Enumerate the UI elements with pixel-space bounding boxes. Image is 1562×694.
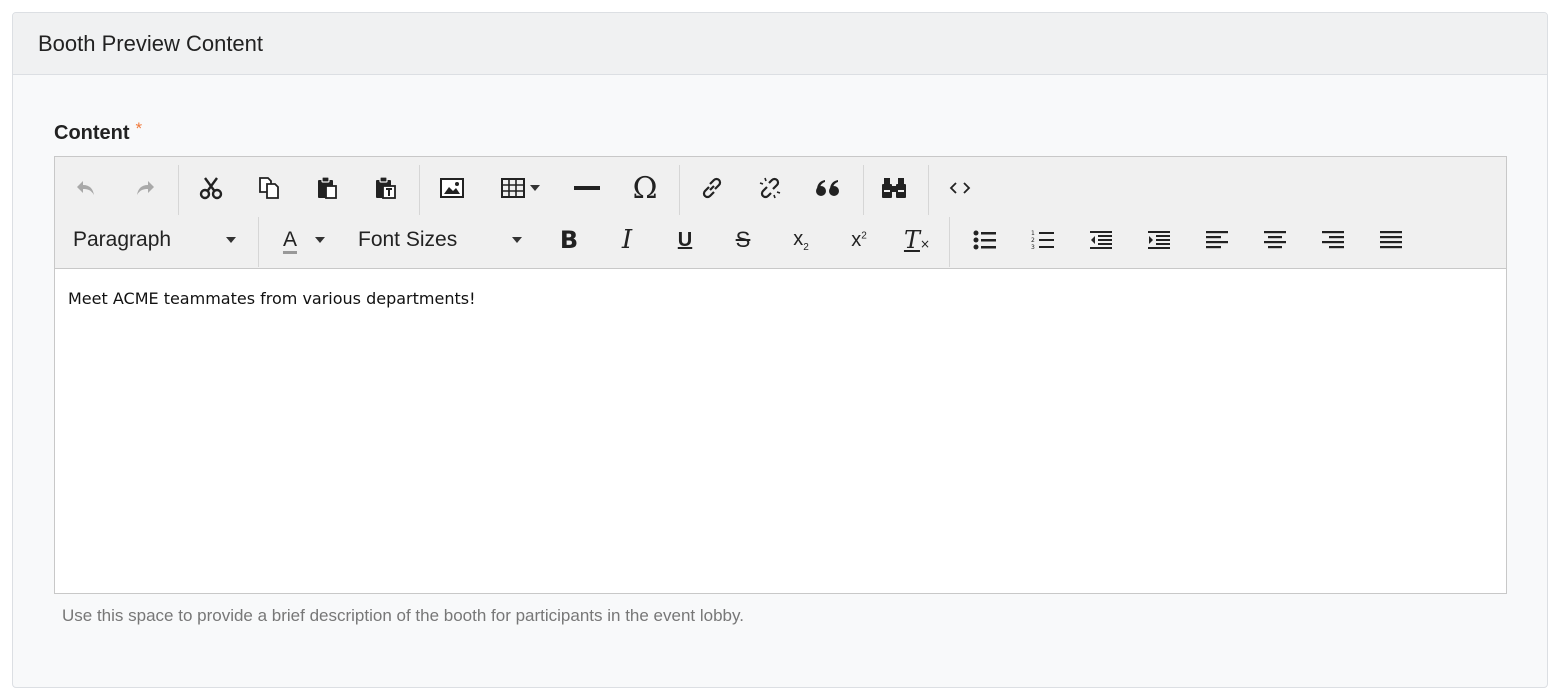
align-justify-icon — [1380, 231, 1402, 249]
link-icon[interactable] — [695, 165, 729, 211]
source-code-icon[interactable] — [943, 165, 977, 211]
toolbar-separator — [679, 165, 680, 215]
bullet-list-icon — [973, 230, 996, 250]
strikethrough-button[interactable]: S — [726, 217, 760, 263]
italic-button[interactable]: I — [610, 217, 644, 263]
underline-icon: U — [677, 228, 693, 251]
font-size-value: Font Sizes — [358, 228, 458, 251]
copy-icon[interactable] — [252, 165, 286, 211]
redo-icon[interactable] — [130, 165, 160, 211]
numbered-list-icon: 123 — [1031, 230, 1054, 251]
undo-icon[interactable] — [71, 165, 101, 211]
align-left-button[interactable] — [1200, 217, 1234, 263]
chevron-down-icon — [512, 237, 522, 243]
bold-icon: B — [559, 226, 579, 254]
subscript-button[interactable]: x2 — [784, 217, 818, 263]
svg-text:1: 1 — [1031, 230, 1035, 237]
subscript-icon: x2 — [793, 227, 809, 253]
clear-formatting-icon: T× — [903, 226, 931, 254]
bold-button[interactable]: B — [552, 217, 586, 263]
special-character-icon[interactable]: Ω — [627, 165, 663, 211]
align-right-button[interactable] — [1316, 217, 1350, 263]
cut-icon[interactable] — [194, 165, 228, 211]
image-icon[interactable] — [435, 165, 469, 211]
indent-button[interactable] — [1142, 217, 1176, 263]
paste-icon[interactable] — [310, 165, 344, 211]
strikethrough-icon: S — [735, 227, 751, 252]
toolbar-separator — [419, 165, 420, 215]
outdent-button[interactable] — [1084, 217, 1118, 263]
block-format-value: Paragraph — [73, 228, 172, 251]
svg-text:2: 2 — [1031, 237, 1035, 244]
superscript-button[interactable]: x2 — [842, 217, 876, 263]
superscript-icon: x2 — [851, 228, 867, 251]
content-help-text: Use this space to provide a brief descri… — [62, 606, 744, 625]
content-label-text: Content — [54, 122, 130, 144]
chevron-down-icon — [226, 237, 236, 243]
required-marker: * — [135, 119, 143, 138]
toolbar-separator — [928, 165, 929, 215]
align-justify-button[interactable] — [1374, 217, 1408, 263]
content-field-label: Content * — [54, 119, 142, 145]
svg-text:3: 3 — [1031, 244, 1035, 251]
align-center-icon — [1264, 231, 1286, 249]
italic-icon: I — [621, 225, 633, 255]
indent-icon — [1148, 231, 1170, 249]
align-center-button[interactable] — [1258, 217, 1292, 263]
panel-title: Booth Preview Content — [13, 13, 1547, 75]
editor-content-area[interactable]: Meet ACME teammates from various departm… — [55, 269, 1506, 328]
editor-toolbar: Ω Paragraph A Font Sizes B I U S x2 x2 T… — [55, 157, 1506, 269]
text-color-icon: A — [282, 228, 297, 251]
toolbar-row-2: Paragraph A Font Sizes B I U S x2 x2 T× … — [55, 217, 1506, 267]
booth-preview-panel: Booth Preview Content Content * Ω Paragr… — [12, 12, 1548, 688]
toolbar-row-1: Ω — [55, 165, 1506, 215]
rich-text-editor: Ω Paragraph A Font Sizes B I U S x2 x2 T… — [54, 156, 1507, 594]
toolbar-separator — [949, 217, 950, 267]
find-replace-icon[interactable] — [877, 165, 911, 211]
numbered-list-button[interactable]: 123 — [1026, 217, 1060, 263]
toolbar-separator — [178, 165, 179, 215]
block-format-select[interactable]: Paragraph — [73, 217, 253, 263]
underline-button[interactable]: U — [668, 217, 702, 263]
blockquote-icon[interactable] — [811, 165, 845, 211]
chevron-down-icon — [315, 237, 325, 243]
table-dropdown-caret — [530, 185, 540, 191]
editor-paragraph[interactable]: Meet ACME teammates from various departm… — [68, 289, 1493, 308]
font-size-select[interactable]: Font Sizes — [358, 217, 538, 263]
outdent-icon — [1090, 231, 1112, 249]
horizontal-rule-icon[interactable] — [570, 165, 604, 211]
clear-formatting-button[interactable]: T× — [900, 217, 934, 263]
bullet-list-button[interactable] — [968, 217, 1002, 263]
align-left-icon — [1206, 231, 1228, 249]
text-color-button[interactable]: A — [269, 217, 339, 263]
toolbar-separator — [258, 217, 259, 267]
toolbar-separator — [863, 165, 864, 215]
table-icon[interactable] — [495, 165, 545, 211]
align-right-icon — [1322, 231, 1344, 249]
paste-text-icon[interactable] — [368, 165, 402, 211]
unlink-icon[interactable] — [753, 165, 787, 211]
